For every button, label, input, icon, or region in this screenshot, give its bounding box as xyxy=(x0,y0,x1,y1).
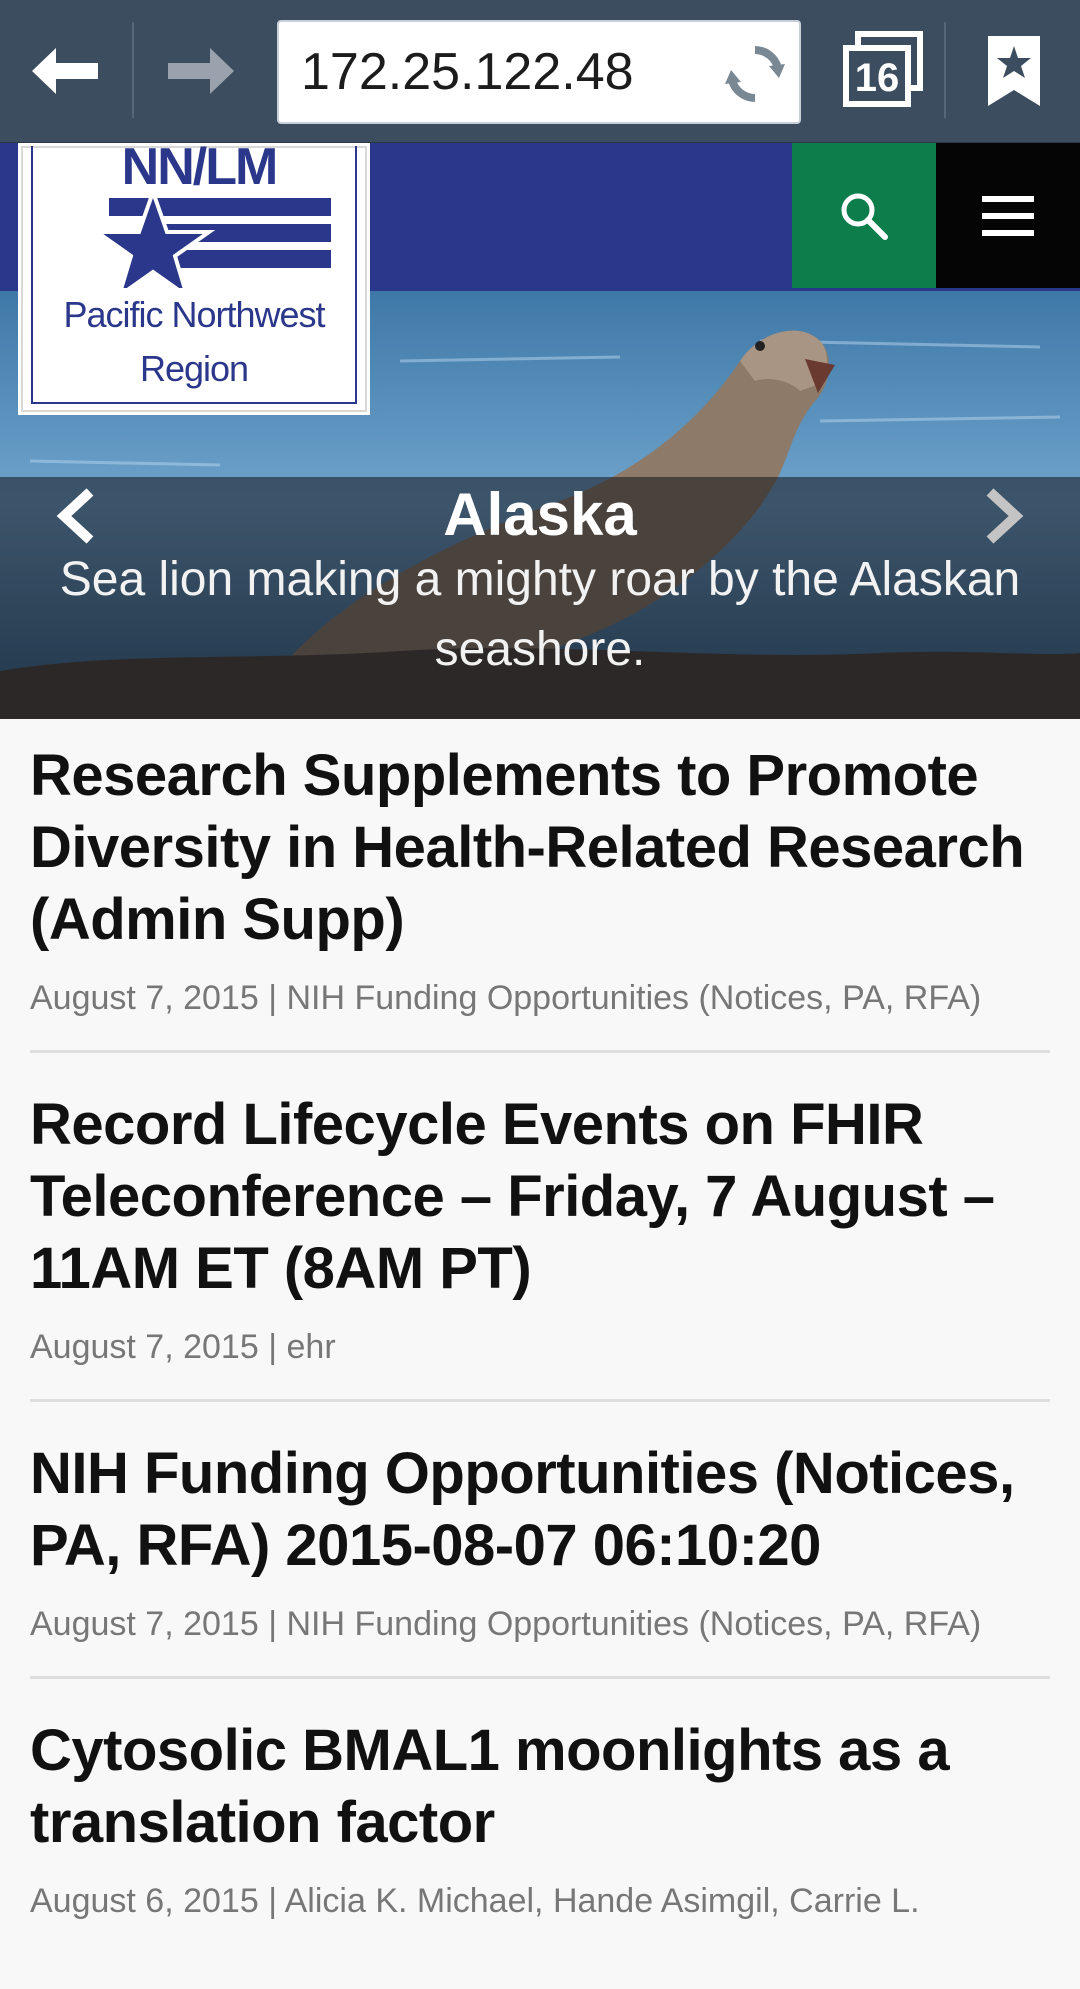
article-title-link[interactable]: Research Supplements to Promote Diversit… xyxy=(30,740,1050,956)
article-item: Record Lifecycle Events on FHIR Teleconf… xyxy=(30,1089,1050,1402)
browser-toolbar: 172.25.122.48 16 xyxy=(0,0,1080,144)
logo-line-1: Pacific Northwest xyxy=(63,294,325,335)
bookmark-button[interactable] xyxy=(988,36,1040,106)
forward-button[interactable] xyxy=(136,0,266,142)
toolbar-divider xyxy=(944,22,946,118)
article-title-link[interactable]: Cytosolic BMAL1 moonlights as a translat… xyxy=(30,1715,1050,1859)
article-category-link[interactable]: Alicia K. Michael, Hande Asimgil, Carrie… xyxy=(285,1882,920,1920)
meta-separator: | xyxy=(268,1882,278,1920)
hamburger-menu-icon xyxy=(982,195,1034,236)
svg-text:NN/LM: NN/LM xyxy=(122,146,277,196)
article-item: NIH Funding Opportunities (Notices, PA, … xyxy=(30,1438,1050,1679)
article-title-link[interactable]: NIH Funding Opportunities (Notices, PA, … xyxy=(30,1438,1050,1582)
logo-line-2: Region xyxy=(139,348,249,389)
article-list: Research Supplements to Promote Diversit… xyxy=(30,740,1050,1989)
slide-caption: Sea lion making a mighty roar by the Ala… xyxy=(59,553,1021,676)
article-item: Research Supplements to Promote Diversit… xyxy=(30,740,1050,1053)
article-meta: August 6, 2015 | Alicia K. Michael, Hand… xyxy=(30,1879,1050,1923)
article-category-link[interactable]: NIH Funding Opportunities (Notices, PA, … xyxy=(287,1605,982,1643)
reload-icon[interactable] xyxy=(723,42,787,106)
meta-separator: | xyxy=(268,1328,278,1366)
search-button[interactable] xyxy=(792,143,936,288)
logo-star-mark: NN/LM xyxy=(90,146,331,288)
article-date[interactable]: August 7, 2015 xyxy=(30,1328,259,1366)
article-meta: August 7, 2015 | ehr xyxy=(30,1325,1050,1369)
site-logo[interactable]: NN/LM Pacific Northwest Region xyxy=(18,143,370,415)
address-bar[interactable]: 172.25.122.48 xyxy=(277,20,801,124)
search-icon xyxy=(841,193,888,240)
article-meta: August 7, 2015 | NIH Funding Opportuniti… xyxy=(30,976,1050,1020)
bookmark-star-icon xyxy=(988,36,1040,106)
tab-count-label: 16 xyxy=(854,56,900,100)
logo-frame: NN/LM Pacific Northwest Region xyxy=(31,146,357,404)
article-item: Cytosolic BMAL1 moonlights as a translat… xyxy=(30,1715,1050,1953)
slide-title: Alaska xyxy=(443,481,637,548)
menu-button[interactable] xyxy=(936,143,1080,288)
meta-separator: | xyxy=(268,979,278,1017)
url-text[interactable]: 172.25.122.48 xyxy=(301,22,634,122)
article-date[interactable]: August 7, 2015 xyxy=(30,979,259,1017)
back-button[interactable] xyxy=(0,0,130,142)
toolbar-divider xyxy=(132,22,134,118)
article-category-link[interactable]: NIH Funding Opportunities (Notices, PA, … xyxy=(287,979,982,1017)
article-title-link[interactable]: Record Lifecycle Events on FHIR Teleconf… xyxy=(30,1089,1050,1305)
arrow-right-icon xyxy=(168,48,234,94)
article-category-link[interactable]: ehr xyxy=(287,1328,336,1366)
meta-separator: | xyxy=(268,1605,278,1643)
article-date[interactable]: August 6, 2015 xyxy=(30,1882,259,1920)
arrow-left-icon xyxy=(32,48,98,94)
tabs-button[interactable]: 16 xyxy=(842,30,924,110)
article-meta: August 7, 2015 | NIH Funding Opportuniti… xyxy=(30,1602,1050,1646)
logo-region-text: Pacific Northwest Region xyxy=(33,288,355,396)
article-date[interactable]: August 7, 2015 xyxy=(30,1605,259,1643)
